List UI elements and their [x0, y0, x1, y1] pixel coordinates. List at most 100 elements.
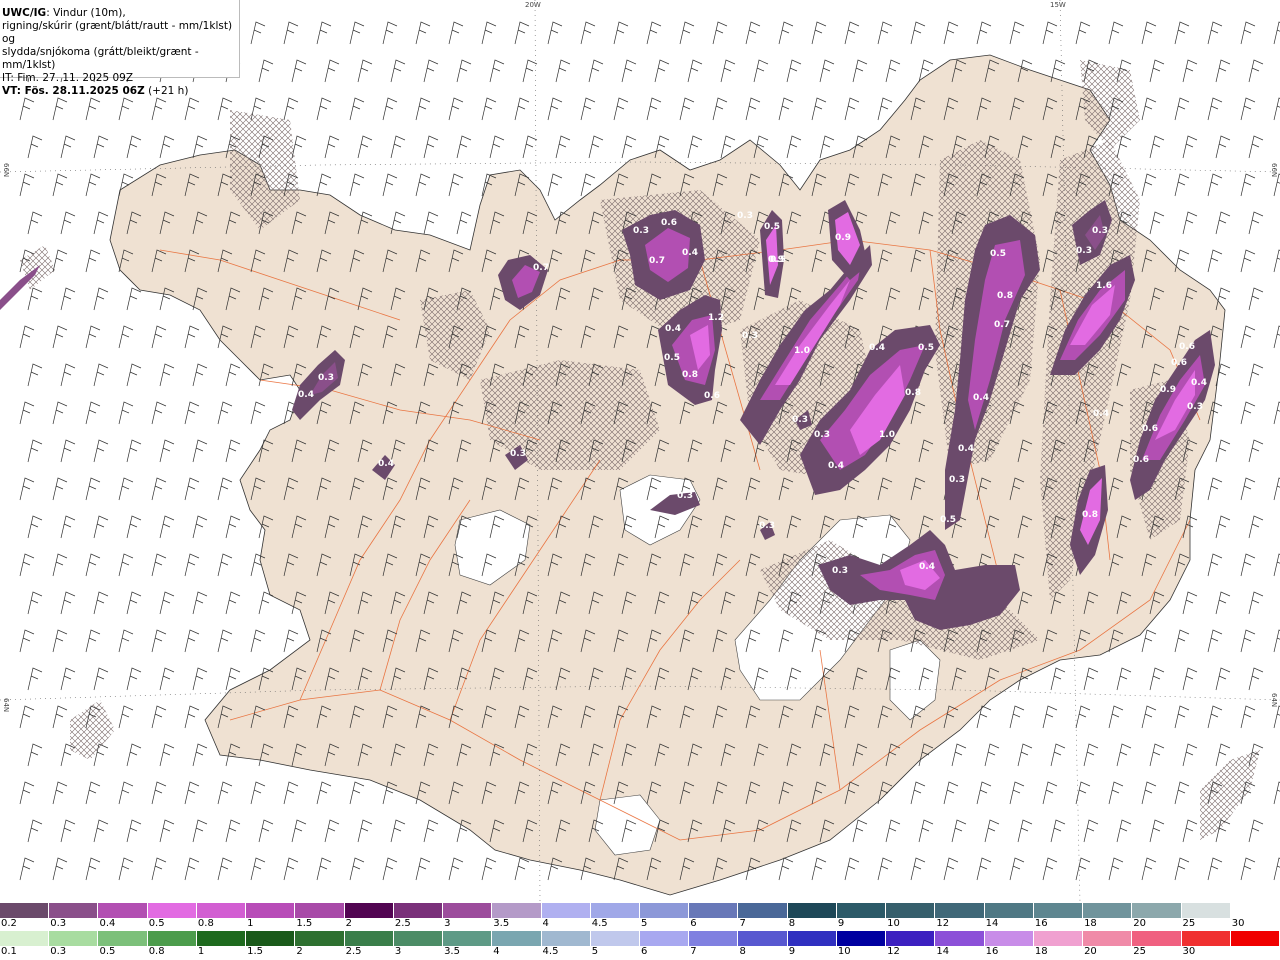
precip-value-label: 0.3: [1092, 226, 1108, 236]
precip-value-label: 0.3: [737, 211, 753, 221]
legend-tick-label: 0.3: [50, 918, 67, 929]
legend-tick-label: 0.8: [148, 946, 165, 957]
legend-swatch: [443, 931, 493, 946]
precip-value-label: 0.5: [940, 515, 956, 525]
precip-value-label: 1.6: [1096, 281, 1112, 291]
precip-value-label: 1.0: [794, 346, 810, 356]
legend-tick-label: 5: [591, 946, 599, 957]
lat-label-64n-left: 64N: [2, 698, 10, 713]
legend-swatch: [1132, 903, 1182, 918]
precip-value-label: 0.3: [677, 491, 693, 501]
legend-tick-label: 6: [690, 918, 697, 929]
legend-swatch: [1230, 931, 1280, 946]
legend-tick-label: 18: [1084, 918, 1097, 929]
legend-tick-label: 3.5: [493, 918, 510, 929]
legend-tick-label: 5: [641, 918, 648, 929]
legend-swatch: [984, 931, 1034, 946]
legend-swatch: [344, 931, 394, 946]
precip-value-label: 0.4: [869, 343, 885, 353]
precip-value-label: 0.4: [919, 562, 935, 572]
legend-tick-label: 2.5: [394, 918, 411, 929]
legend-swatch: [49, 903, 99, 918]
precip-value-label: 0.9: [835, 233, 851, 243]
precip-value-label: 0.6: [704, 391, 720, 401]
model-name: UWC/IG: [2, 7, 47, 19]
legend-tick-label: 0.2: [1, 918, 17, 929]
precip-value-label: 0.3: [832, 566, 848, 576]
legend-tick-label: 2.5: [345, 946, 362, 957]
legend-tick-label: 25: [1133, 946, 1147, 957]
legend-swatch: [295, 931, 345, 946]
precip-value-label: 0.4: [958, 444, 974, 454]
legend-swatch: [492, 931, 542, 946]
map-header: UWC/IG: Vindur (10m), rigning/skúrir (gr…: [0, 0, 240, 97]
legend-tick-label: 1: [247, 918, 254, 929]
legend-swatch: [443, 903, 493, 918]
precip-value-label: 0.7: [649, 256, 665, 266]
legend-swatch: [393, 931, 444, 946]
lon-label-20w: 20W: [525, 1, 541, 9]
legend-swatch: [147, 931, 197, 946]
legend-tick-label: 14: [985, 918, 999, 929]
precip-value-label: 0.7: [994, 320, 1010, 330]
precip-value-label: 0.4: [682, 248, 698, 258]
legend-tick-label: 0.5: [148, 918, 165, 929]
legend-swatch: [935, 903, 985, 918]
precip-value-label: 0.4: [973, 393, 989, 403]
legend-swatch: [1181, 903, 1231, 918]
legend-tick-label: 0.4: [99, 918, 116, 929]
precip-value-label: 0.3: [633, 226, 649, 236]
precip-value-label: 0.5: [918, 343, 934, 353]
legend-tick-label: 14: [936, 946, 950, 957]
precip-value-label: 0.3: [949, 475, 965, 485]
precip-value-label: 0.4: [1191, 378, 1207, 388]
legend-tick-label: 25: [1182, 918, 1196, 929]
precip-value-label: 0.6: [661, 218, 677, 228]
legend-tick-label: 7: [739, 918, 746, 929]
legend-tick-label: 1: [197, 946, 205, 957]
legend-tick-label: 20: [1133, 918, 1147, 929]
precip-value-label: 0.4: [298, 390, 314, 400]
legend-tick-label: 9: [837, 918, 845, 929]
legend-tick-label: 20: [1084, 946, 1097, 957]
legend-swatch: [1033, 931, 1084, 946]
legend-swatch: [541, 931, 591, 946]
legend-tick-label: 0.8: [197, 918, 214, 929]
legend-tick-label: 4.5: [542, 946, 559, 957]
legend-tick-label: 2: [296, 946, 303, 957]
precip-value-label: 0.3: [759, 521, 775, 531]
precip-value-label: 0.8: [997, 291, 1013, 301]
legend-swatch: [590, 903, 640, 918]
legend-tick-label: 0.3: [50, 946, 67, 957]
legend-swatch: [1083, 931, 1133, 946]
precip-value-label: 0.4: [1093, 409, 1109, 419]
legend-swatch: [0, 903, 50, 918]
legend-description-snow: slydda/snjókoma (grátt/bleikt/grænt - mm…: [2, 46, 199, 71]
legend-swatch: [246, 903, 296, 918]
lead-time: (+21 h): [144, 85, 189, 97]
legend-swatch: [689, 903, 739, 918]
legend-swatch: [886, 903, 936, 918]
forecast-map[interactable]: 0.30.60.30.70.40.90.50.90.50.30.30.70.41…: [0, 0, 1280, 902]
legend-tick-label: 8: [739, 946, 746, 957]
legend-tick-label: 2: [345, 918, 352, 929]
precip-value-label: 0.9: [1160, 385, 1176, 395]
legend-swatch: [98, 903, 148, 918]
legend-tick-label: 3.5: [444, 946, 460, 957]
precip-value-label: 1.0: [879, 430, 895, 440]
precip-value-label: 0.3: [510, 449, 526, 459]
precip-value-label: 0.3: [1076, 246, 1092, 256]
legend-tick-label: 12: [936, 918, 950, 929]
valid-time: VT: Fös. 28.11.2025 06Z: [2, 85, 145, 97]
legend-tick-label: 1.5: [247, 946, 264, 957]
legend-tick-label: 4: [493, 946, 500, 957]
legend-tick-label: 10: [837, 946, 851, 957]
legend-swatch: [1181, 931, 1231, 946]
legend-tick-label: 4.5: [591, 918, 608, 929]
legend-swatch: [787, 931, 837, 946]
legend-tick-label: 6: [641, 946, 648, 957]
legend-swatch: [984, 903, 1034, 918]
legend-swatch: [147, 903, 197, 918]
precip-value-label: 0.6: [1179, 342, 1195, 352]
lon-label-15w: 15W: [1050, 1, 1066, 9]
